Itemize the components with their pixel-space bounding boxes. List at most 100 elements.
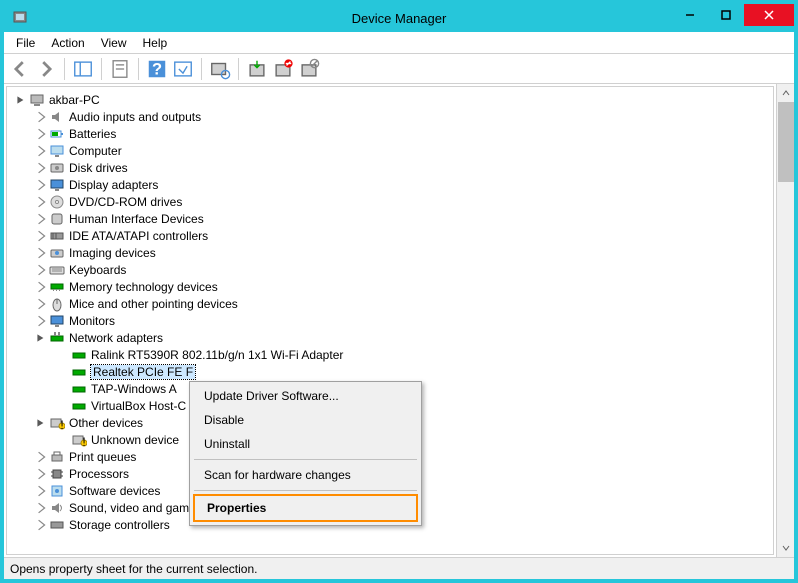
- expand-icon[interactable]: [35, 128, 47, 140]
- expand-icon[interactable]: [35, 468, 47, 480]
- tree-node-network[interactable]: Network adapters: [13, 329, 773, 346]
- toolbar-separator: [101, 58, 102, 80]
- tree-node[interactable]: Mice and other pointing devices: [13, 295, 773, 312]
- menubar: File Action View Help: [4, 32, 794, 54]
- menu-help[interactable]: Help: [135, 34, 176, 52]
- maximize-button[interactable]: [708, 4, 744, 26]
- network-adapter-icon: [71, 364, 87, 380]
- tree-node[interactable]: Keyboards: [13, 261, 773, 278]
- scroll-thumb[interactable]: [778, 102, 794, 182]
- sound-icon: [49, 500, 65, 516]
- expand-icon[interactable]: [35, 247, 47, 259]
- tree-node[interactable]: Display adapters: [13, 176, 773, 193]
- expand-icon[interactable]: [35, 196, 47, 208]
- scroll-up-button[interactable]: [777, 84, 794, 102]
- expand-icon[interactable]: [35, 451, 47, 463]
- ctx-separator: [194, 490, 417, 491]
- ctx-properties[interactable]: Properties: [193, 494, 418, 522]
- statusbar: Opens property sheet for the current sel…: [4, 557, 794, 579]
- ctx-scan-hardware[interactable]: Scan for hardware changes: [192, 463, 419, 487]
- expand-icon[interactable]: [35, 264, 47, 276]
- help-toolbar-button[interactable]: ?: [145, 57, 169, 81]
- ctx-disable[interactable]: Disable: [192, 408, 419, 432]
- close-button[interactable]: [744, 4, 794, 26]
- hid-icon: [49, 211, 65, 227]
- expand-icon[interactable]: [35, 162, 47, 174]
- toolbar: ?: [4, 54, 794, 84]
- ctx-uninstall[interactable]: Uninstall: [192, 432, 419, 456]
- action-toolbar-button[interactable]: [171, 57, 195, 81]
- expand-icon[interactable]: [35, 502, 47, 514]
- statusbar-text: Opens property sheet for the current sel…: [10, 562, 257, 576]
- svg-text:!: !: [82, 435, 85, 448]
- mouse-icon: [49, 296, 65, 312]
- toolbar-separator: [238, 58, 239, 80]
- battery-icon: [49, 126, 65, 142]
- dvd-icon: [49, 194, 65, 210]
- network-icon: [49, 330, 65, 346]
- ide-icon: [49, 228, 65, 244]
- window-controls: [672, 4, 794, 26]
- expand-icon[interactable]: [35, 281, 47, 293]
- tree-leaf[interactable]: Ralink RT5390R 802.11b/g/n 1x1 Wi-Fi Ada…: [13, 346, 773, 363]
- storage-icon: [49, 517, 65, 533]
- svg-text:!: !: [60, 418, 63, 431]
- show-hide-console-button[interactable]: [71, 57, 95, 81]
- display-icon: [49, 177, 65, 193]
- expand-icon[interactable]: [35, 298, 47, 310]
- computer-icon: [49, 143, 65, 159]
- network-adapter-icon: [71, 398, 87, 414]
- memory-icon: [49, 279, 65, 295]
- expand-icon[interactable]: [35, 315, 47, 327]
- back-button[interactable]: [8, 57, 32, 81]
- tree-node[interactable]: Imaging devices: [13, 244, 773, 261]
- expand-icon[interactable]: [35, 179, 47, 191]
- tree-node[interactable]: Audio inputs and outputs: [13, 108, 773, 125]
- tree-root[interactable]: akbar-PC: [13, 91, 773, 108]
- properties-toolbar-button[interactable]: [108, 57, 132, 81]
- tree-node[interactable]: IDE ATA/ATAPI controllers: [13, 227, 773, 244]
- tree-node[interactable]: Memory technology devices: [13, 278, 773, 295]
- titlebar[interactable]: Device Manager: [4, 4, 794, 32]
- expand-icon[interactable]: [35, 213, 47, 225]
- uninstall-toolbar-button[interactable]: [271, 57, 295, 81]
- processor-icon: [49, 466, 65, 482]
- update-driver-toolbar-button[interactable]: [245, 57, 269, 81]
- monitor-icon: [49, 313, 65, 329]
- expand-icon[interactable]: [35, 145, 47, 157]
- minimize-button[interactable]: [672, 4, 708, 26]
- computer-root-icon: [29, 92, 45, 108]
- tree-root-label: akbar-PC: [49, 93, 100, 107]
- menu-action[interactable]: Action: [43, 34, 92, 52]
- tree-node[interactable]: Batteries: [13, 125, 773, 142]
- tree-node[interactable]: Human Interface Devices: [13, 210, 773, 227]
- tree-node[interactable]: Computer: [13, 142, 773, 159]
- imaging-icon: [49, 245, 65, 261]
- window-title: Device Manager: [352, 11, 447, 26]
- menu-view[interactable]: View: [93, 34, 135, 52]
- expand-icon[interactable]: [35, 111, 47, 123]
- expand-icon[interactable]: [35, 230, 47, 242]
- network-adapter-icon: [71, 347, 87, 363]
- keyboard-icon: [49, 262, 65, 278]
- forward-button[interactable]: [34, 57, 58, 81]
- tree-leaf-selected[interactable]: Realtek PCIe FE F: [13, 363, 773, 380]
- tree-node[interactable]: Disk drives: [13, 159, 773, 176]
- toolbar-separator: [64, 58, 65, 80]
- software-icon: [49, 483, 65, 499]
- ctx-separator: [194, 459, 417, 460]
- menu-file[interactable]: File: [8, 34, 43, 52]
- tree-node[interactable]: DVD/CD-ROM drives: [13, 193, 773, 210]
- collapse-icon[interactable]: [15, 94, 27, 106]
- scroll-down-button[interactable]: [777, 539, 794, 557]
- scan-hardware-button[interactable]: [208, 57, 232, 81]
- ctx-update-driver[interactable]: Update Driver Software...: [192, 384, 419, 408]
- expand-icon[interactable]: [35, 519, 47, 531]
- vertical-scrollbar[interactable]: [776, 84, 794, 557]
- tree-node[interactable]: Monitors: [13, 312, 773, 329]
- expand-icon[interactable]: [35, 485, 47, 497]
- disable-toolbar-button[interactable]: [297, 57, 321, 81]
- network-adapter-icon: [71, 381, 87, 397]
- collapse-icon[interactable]: [35, 417, 47, 429]
- collapse-icon[interactable]: [35, 332, 47, 344]
